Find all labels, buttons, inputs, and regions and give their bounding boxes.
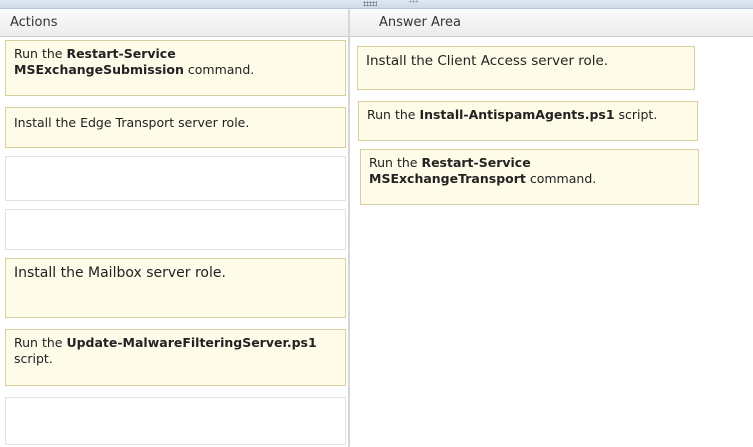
answer-item-install-client-access[interactable]: Install the Client Access server role. — [357, 46, 695, 90]
action-item-empty-slot[interactable] — [5, 209, 346, 250]
action-item-update-malware-filtering[interactable]: Run the Update-MalwareFilteringServer.ps… — [5, 329, 346, 386]
action-item-install-edge-transport[interactable]: Install the Edge Transport server role. — [5, 107, 346, 148]
answer-item-install-antispam-agents[interactable]: Run the Install-AntispamAgents.ps1 scrip… — [358, 101, 698, 141]
action-item-install-mailbox[interactable]: Install the Mailbox server role. — [5, 258, 346, 318]
action-item-empty-slot[interactable] — [5, 397, 346, 445]
action-item-empty-slot[interactable] — [5, 156, 346, 201]
top-bar — [0, 0, 753, 9]
answer-item-restart-transport[interactable]: Run the Restart-Service MSExchangeTransp… — [360, 149, 699, 205]
pane-divider[interactable] — [348, 9, 350, 447]
actions-title: Actions — [10, 15, 58, 30]
actions-header: Actions — [0, 9, 348, 37]
resize-grip-icon[interactable] — [363, 1, 377, 6]
action-item-restart-submission[interactable]: Run the Restart-Service MSExchangeSubmis… — [5, 40, 346, 96]
drag-handle-icon[interactable] — [409, 0, 419, 3]
answer-area-header: Answer Area — [350, 9, 753, 37]
answer-area-title: Answer Area — [379, 15, 461, 30]
